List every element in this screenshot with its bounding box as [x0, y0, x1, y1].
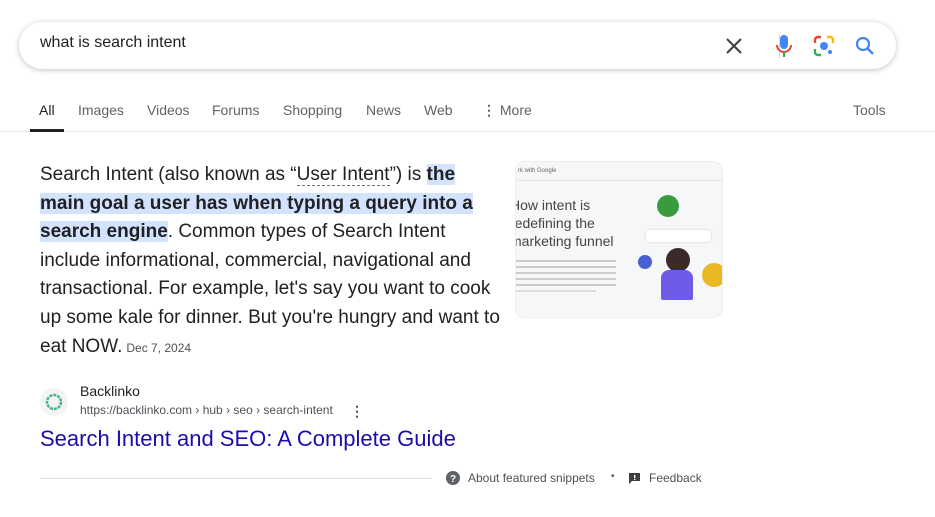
tools-button[interactable]: Tools — [853, 102, 886, 118]
svg-text:?: ? — [450, 474, 456, 485]
person-illustration — [666, 248, 690, 272]
thumbnail-header: rk with Google — [518, 168, 557, 174]
separator-dot: • — [611, 471, 615, 482]
feedback-label: Feedback — [649, 471, 702, 485]
result-url[interactable]: https://backlinko.com › hub › seo › sear… — [80, 403, 333, 417]
thumbnail-body-lines — [516, 256, 616, 296]
snippet-term-link[interactable]: User Intent — [296, 164, 390, 186]
snippet-mid: ”) is — [389, 164, 427, 185]
search-box[interactable] — [19, 22, 896, 69]
snippet-pre: Search Intent (also known as “ — [40, 164, 297, 185]
search-input[interactable] — [40, 34, 700, 52]
search-tabs: All Images Videos Forums Shopping News W… — [0, 96, 935, 132]
search-icon[interactable] — [853, 34, 877, 58]
divider — [40, 478, 432, 479]
about-snippets-link[interactable]: ? About featured snippets — [446, 471, 595, 485]
snippet-date: Dec 7, 2024 — [126, 340, 192, 355]
about-snippets-label: About featured snippets — [468, 471, 595, 485]
tab-videos[interactable]: Videos — [147, 102, 190, 118]
tab-more[interactable]: ⋮ More — [482, 102, 532, 119]
tab-images[interactable]: Images — [78, 102, 124, 118]
feedback-button[interactable]: Feedback — [628, 471, 702, 485]
feedback-icon — [629, 472, 640, 484]
tab-shopping[interactable]: Shopping — [283, 102, 342, 118]
tab-web[interactable]: Web — [424, 102, 453, 118]
snippet-thumbnail[interactable]: rk with Google How intent is redefining … — [515, 161, 723, 318]
yellow-circle — [702, 263, 722, 287]
result-site-name[interactable]: Backlinko — [80, 383, 140, 399]
help-icon: ? — [446, 471, 460, 485]
more-options-icon[interactable]: ⋮ — [350, 403, 364, 420]
featured-snippet-text: Search Intent (also known as “User Inten… — [40, 161, 500, 362]
tab-all[interactable]: All — [30, 102, 63, 132]
result-title-link[interactable]: Search Intent and SEO: A Complete Guide — [40, 426, 456, 452]
lens-icon[interactable] — [812, 34, 836, 58]
close-icon[interactable] — [722, 34, 746, 58]
tab-news[interactable]: News — [366, 102, 401, 118]
green-circle — [657, 195, 679, 217]
tab-more-label: More — [499, 102, 532, 118]
tab-forums[interactable]: Forums — [212, 102, 259, 118]
thumbnail-title: How intent is redefining the marketing f… — [515, 197, 614, 249]
backlinko-favicon[interactable] — [40, 388, 68, 416]
mic-icon[interactable] — [772, 34, 796, 58]
more-vert-icon: ⋮ — [482, 102, 496, 118]
blue-circle — [638, 255, 652, 269]
